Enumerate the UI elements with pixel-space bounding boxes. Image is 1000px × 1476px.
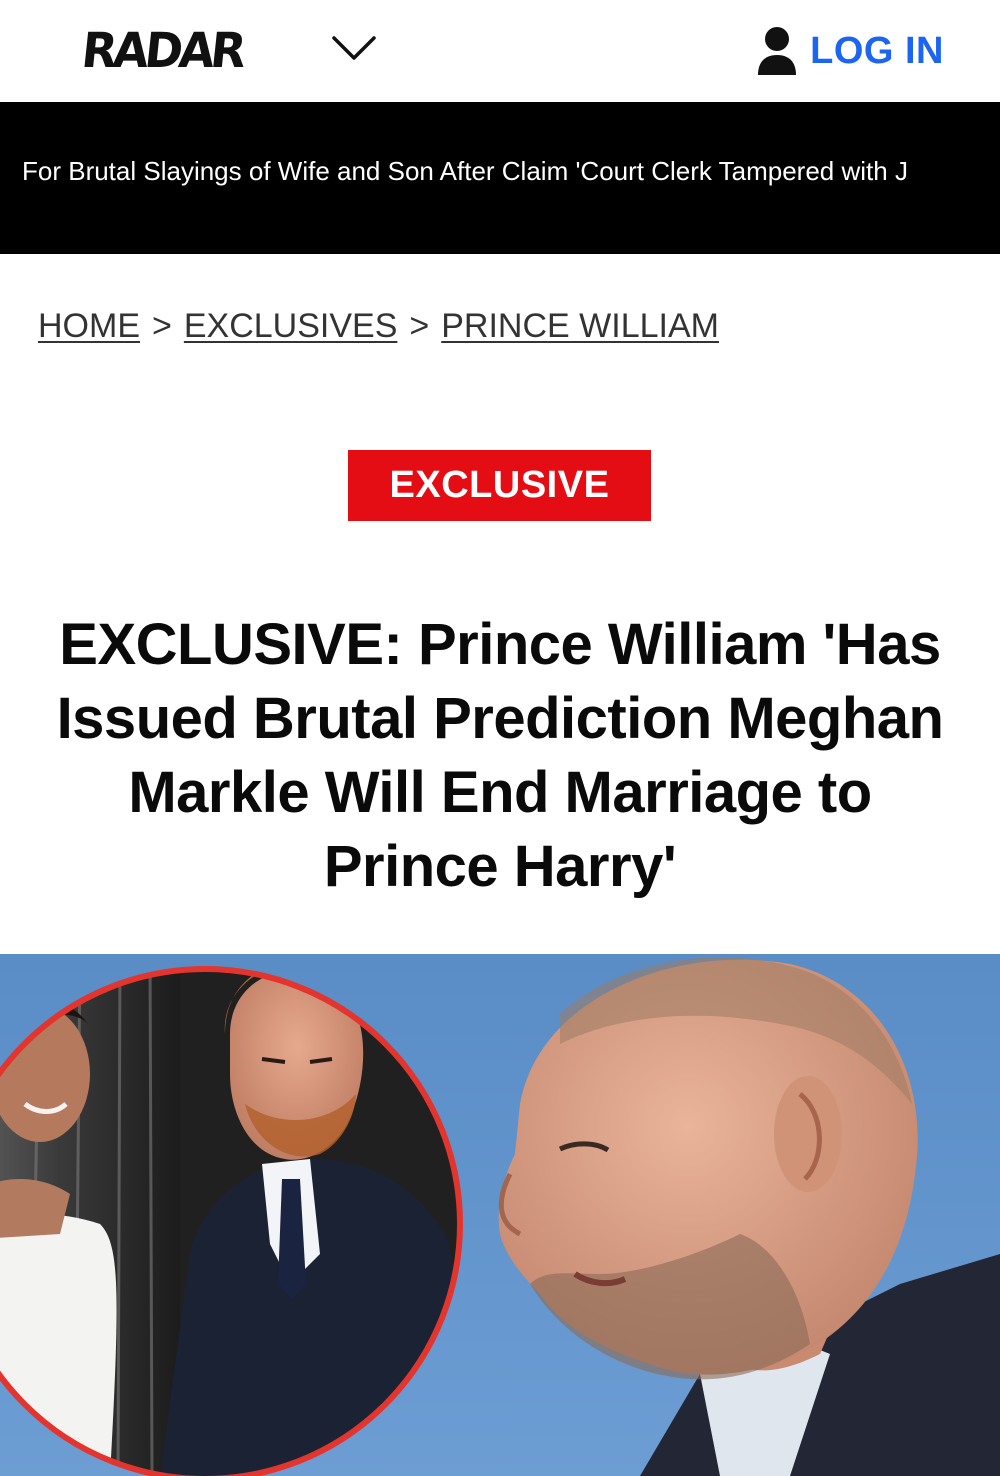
- menu-toggle-button[interactable]: [330, 30, 378, 66]
- breadcrumb: HOME > EXCLUSIVES > PRINCE WILLIAM: [38, 306, 719, 346]
- ticker-headline-link[interactable]: For Brutal Slayings of Wife and Son Afte…: [22, 154, 908, 188]
- login-label: LOG IN: [810, 29, 944, 72]
- breadcrumb-separator: >: [409, 307, 430, 345]
- article-headline: EXCLUSIVE: Prince William 'Has Issued Br…: [56, 612, 944, 899]
- breadcrumb-separator: >: [152, 307, 172, 345]
- breadcrumb-exclusives-link[interactable]: EXCLUSIVES: [184, 307, 398, 345]
- breadcrumb-home-link[interactable]: HOME: [38, 307, 140, 345]
- login-button[interactable]: LOG IN: [756, 24, 944, 78]
- chevron-down-icon: [332, 36, 376, 60]
- site-header: RADAR LOG IN: [0, 0, 1000, 102]
- hero-photo-illustration: [0, 954, 1000, 1476]
- hero-image[interactable]: [0, 954, 1000, 1476]
- radar-logo[interactable]: RADAR: [79, 21, 245, 80]
- news-ticker: For Brutal Slayings of Wife and Son Afte…: [0, 102, 1000, 254]
- exclusive-badge[interactable]: EXCLUSIVE: [348, 450, 651, 521]
- breadcrumb-prince-william-link[interactable]: PRINCE WILLIAM: [441, 307, 719, 345]
- user-icon: [758, 27, 797, 75]
